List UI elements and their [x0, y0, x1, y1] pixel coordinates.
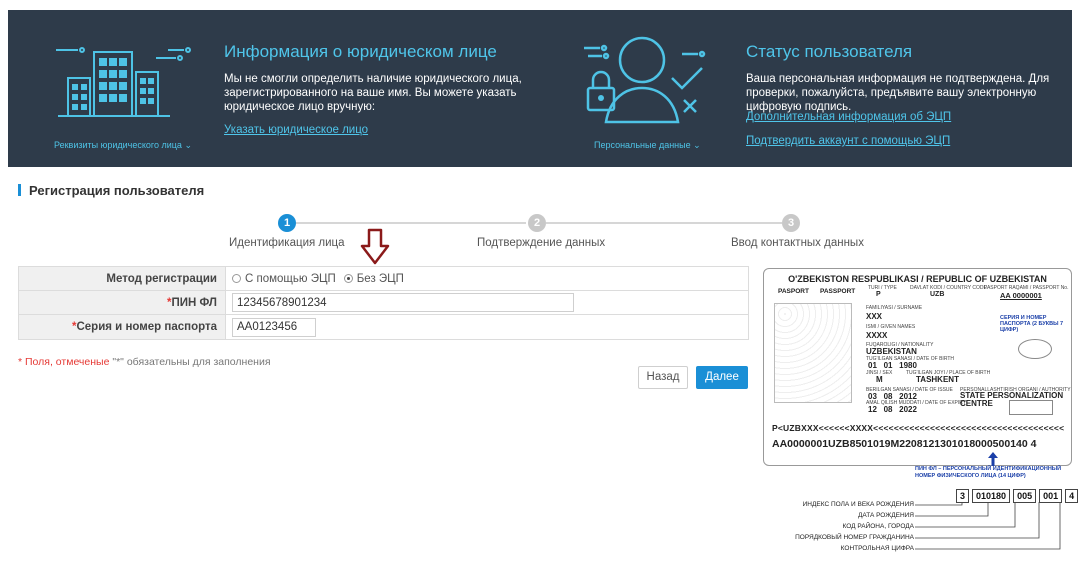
specify-legal-entity-link[interactable]: Указать юридическое лицо [224, 124, 368, 136]
radio-with-ecp[interactable]: С помощью ЭЦП [232, 273, 336, 285]
personal-data-caption[interactable]: Персональные данные ⌄ [594, 140, 701, 151]
step-2-indicator: 2 [528, 214, 546, 232]
step-connector [296, 222, 526, 224]
form-row-pin: *ПИН ФЛ [19, 291, 748, 315]
mrz-line-1: P<UZBXXX<<<<<<XXXX<<<<<<<<<<<<<<<<<<<<<<… [772, 423, 1065, 433]
pin-input[interactable] [232, 293, 574, 312]
passport-label-text: Серия и номер паспорта [76, 321, 217, 333]
pin-legend: ИНДЕКС ПОЛА И ВЕКА РОЖДЕНИЯ ДАТА РОЖДЕНИ… [760, 501, 914, 561]
step-2-label: Подтверждение данных [477, 237, 606, 249]
passport-oval [1018, 339, 1052, 359]
step-3-indicator: 3 [782, 214, 800, 232]
type-label: TURI / TYPE [868, 285, 897, 291]
passport-header: O'ZBEKISTON RESPUBLIKASI / REPUBLIC OF U… [788, 274, 1047, 284]
passport-signature-box [1009, 400, 1053, 415]
surname-value: XXX [866, 312, 883, 321]
legal-entity-title: Информация о юридическом лице [224, 42, 497, 61]
step-1-indicator: 1 [278, 214, 296, 232]
chevron-down-icon: ⌄ [181, 140, 192, 150]
series-note: СЕРИЯ И НОМЕР ПАСПОРТА (2 БУКВЫ 7 ЦИФР) [1000, 315, 1064, 333]
passport-word-en: PASSPORT [820, 288, 856, 295]
given-names-label: ISMI / GIVEN NAMES [866, 324, 916, 330]
info-banner: Реквизиты юридического лица ⌄ Информация… [8, 10, 1072, 167]
legend-line: КОД РАЙОНА, ГОРОДА [842, 523, 915, 530]
user-lock-icon [584, 36, 706, 124]
legal-entity-caption-label: Реквизиты юридического лица [54, 140, 182, 150]
expiry-value: 12 08 2022 [868, 405, 917, 414]
legend-line: ДАТА РОЖДЕНИЯ [857, 512, 914, 519]
required-note-suffix: обязательны для заполнения [123, 356, 271, 368]
legend-line: ИНДЕКС ПОЛА И ВЕКА РОЖДЕНИЯ [802, 501, 914, 508]
passport-photo-area [774, 303, 852, 403]
form-row-method: Метод регистрации С помощью ЭЦП Без ЭЦП [19, 267, 748, 291]
sex-value: M [876, 375, 883, 384]
pin-label: *ПИН ФЛ [19, 291, 226, 314]
dob-value: 01 01 1980 [868, 361, 917, 370]
country-value: UZB [930, 291, 945, 298]
arrow-down-icon [360, 228, 390, 265]
user-status-title: Статус пользователя [746, 42, 913, 61]
next-button[interactable]: Далее [696, 366, 748, 389]
arrow-up-icon [988, 452, 998, 466]
confirm-ecp-link[interactable]: Подтвердить аккаунт с помощью ЭЦП [746, 135, 950, 147]
type-value: P [876, 291, 881, 298]
method-label: Метод регистрации [19, 267, 226, 290]
passport-sample-image: O'ZBEKISTON RESPUBLIKASI / REPUBLIC OF U… [763, 268, 1072, 466]
registration-form: Метод регистрации С помощью ЭЦП Без ЭЦП … [18, 266, 749, 340]
personal-data-caption-label: Персональные данные [594, 140, 691, 150]
required-fields-note: * Поля, отмеченые "*" обязательны для за… [18, 356, 271, 368]
back-button[interactable]: Назад [638, 366, 688, 389]
radio-with-ecp-label: С помощью ЭЦП [245, 272, 336, 285]
building-icon [56, 47, 191, 117]
mrz-line-2: AA0000001UZB8501019M22081213010180005001… [772, 438, 1037, 450]
number-value: AA 0000001 [1000, 291, 1042, 300]
required-note-star: "*" [112, 356, 124, 368]
passport-input[interactable] [232, 317, 316, 337]
pob-value: TASHKENT [916, 375, 959, 384]
user-status-block: Персональные данные ⌄ [578, 30, 728, 150]
radio-without-ecp[interactable]: Без ЭЦП [343, 272, 404, 285]
legend-line: КОНТРОЛЬНАЯ ЦИФРА [840, 545, 914, 552]
given-names-value: XXXX [866, 331, 888, 340]
surname-label: FAMILIYASI / SURNAME [866, 305, 923, 311]
page-title: Регистрация пользователя [18, 183, 204, 198]
pin-note: ПИН ФЛ – ПЕРСОНАЛЬНЫЙ ИДЕНТИФИКАЦИОННЫЙ … [915, 466, 1062, 479]
country-label: DAVLAT KODI / COUNTRY CODE [910, 285, 987, 291]
nationality-value: UZBEKISTAN [866, 347, 917, 356]
user-status-text: Ваша персональная информация не подтверж… [746, 73, 1050, 113]
radio-without-ecp-label: Без ЭЦП [356, 272, 404, 285]
step-connector [546, 222, 782, 224]
title-accent-bar [18, 184, 21, 196]
passport-label: *Серия и номер паспорта [19, 315, 226, 339]
pin-label-text: ПИН ФЛ [171, 297, 217, 309]
legend-line: ПОРЯДКОВЫЙ НОМЕР ГРАЖДАНИНА [795, 534, 914, 541]
ecp-info-link[interactable]: Дополнительная информация об ЭЦП [746, 111, 951, 123]
legal-entity-caption[interactable]: Реквизиты юридического лица ⌄ [54, 140, 192, 151]
pin-field-cell [226, 291, 748, 314]
legend-connectors [915, 502, 1061, 550]
legal-entity-text: Мы не смогли определить наличие юридичес… [224, 73, 522, 113]
radio-dot-selected [343, 274, 353, 283]
page-title-text: Регистрация пользователя [29, 183, 205, 198]
method-options: С помощью ЭЦП Без ЭЦП [226, 267, 748, 290]
required-note-prefix: * Поля, отмеченые [18, 356, 113, 368]
form-row-passport: *Серия и номер паспорта [19, 315, 748, 339]
legal-entity-block: Реквизиты юридического лица ⌄ [48, 30, 198, 150]
step-1-label: Идентификация лица [229, 237, 345, 249]
passport-field-cell [226, 315, 748, 339]
chevron-down-icon: ⌄ [690, 140, 701, 150]
step-3-label: Ввод контактных данных [731, 237, 864, 249]
passport-word-uz: PASPORT [778, 288, 809, 295]
radio-dot [232, 274, 241, 283]
